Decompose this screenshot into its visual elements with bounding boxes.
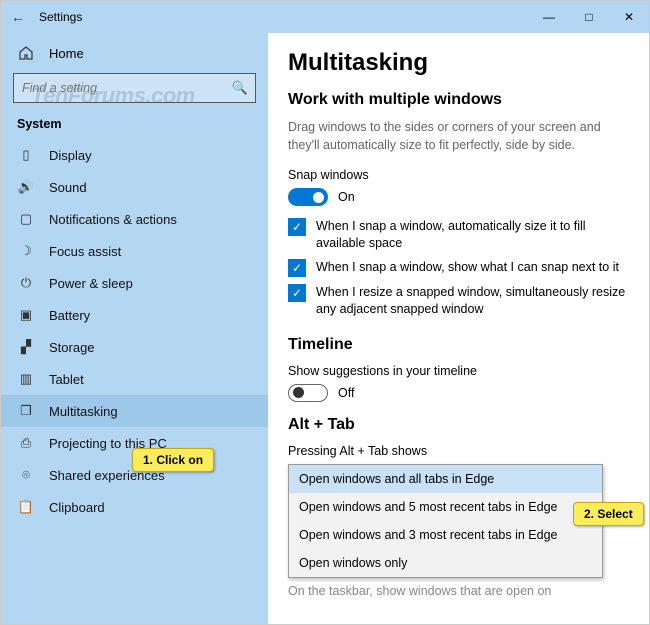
alttab-label: Pressing Alt + Tab shows (288, 444, 629, 458)
alttab-dropdown[interactable]: Open windows and all tabs in Edge Open w… (288, 464, 603, 578)
checkbox-row[interactable]: ✓ When I resize a snapped window, simulta… (288, 284, 629, 318)
search-wrapper: 🔍 (13, 73, 256, 103)
sidebar-item-label: Notifications & actions (49, 212, 177, 227)
storage-icon: ▞ (17, 339, 35, 355)
power-icon: ⏻ (17, 275, 35, 291)
sidebar-item-label: Display (49, 148, 92, 163)
focus-icon: ☽ (17, 243, 35, 259)
sidebar-item-label: Battery (49, 308, 90, 323)
toggle-state: Off (338, 386, 354, 400)
sidebar-item-label: Power & sleep (49, 276, 133, 291)
section-desc: Drag windows to the sides or corners of … (288, 119, 629, 154)
toggle-state: On (338, 190, 355, 204)
home-icon (17, 45, 35, 61)
sidebar-item-clipboard[interactable]: 📋 Clipboard (1, 491, 268, 523)
timeline-label: Show suggestions in your timeline (288, 364, 629, 378)
checkbox-label: When I snap a window, show what I can sn… (316, 259, 619, 276)
checkbox-row[interactable]: ✓ When I snap a window, automatically siz… (288, 218, 629, 252)
settings-window: ← Settings — □ ✕ Home TenForums.com 🔍 Sy… (0, 0, 650, 625)
window-buttons: — □ ✕ (529, 1, 649, 33)
taskbar-label: On the taskbar, show windows that are op… (288, 584, 629, 598)
sidebar-item-label: Multitasking (49, 404, 118, 419)
sidebar-item-label: Tablet (49, 372, 84, 387)
sidebar: Home TenForums.com 🔍 System ▯Display 🔊So… (1, 33, 268, 624)
shared-icon: ⌾ (17, 467, 35, 483)
window-body: Home TenForums.com 🔍 System ▯Display 🔊So… (1, 33, 649, 624)
sidebar-item-multitasking[interactable]: ❐ Multitasking (1, 395, 268, 427)
tablet-icon: ▥ (17, 371, 35, 387)
sidebar-item-focus[interactable]: ☽ Focus assist (1, 235, 268, 267)
dropdown-option[interactable]: Open windows and 3 most recent tabs in E… (289, 521, 602, 549)
toggle-switch-on[interactable] (288, 188, 328, 206)
checkbox-checked-icon[interactable]: ✓ (288, 259, 306, 277)
checkbox-checked-icon[interactable]: ✓ (288, 284, 306, 302)
search-icon[interactable]: 🔍 (232, 80, 248, 96)
projecting-icon: ⎙ (17, 435, 35, 451)
sidebar-item-battery[interactable]: ▣ Battery (1, 299, 268, 331)
dropdown-option[interactable]: Open windows only (289, 549, 602, 577)
checkbox-label: When I resize a snapped window, simultan… (316, 284, 629, 318)
home-label: Home (49, 46, 84, 61)
sidebar-item-notifications[interactable]: ▢ Notifications & actions (1, 203, 268, 235)
sidebar-item-label: Focus assist (49, 244, 121, 259)
callout-1: 1. Click on (132, 448, 214, 472)
search-input[interactable] (13, 73, 256, 103)
maximize-button[interactable]: □ (569, 1, 609, 33)
display-icon: ▯ (17, 147, 35, 163)
sidebar-item-display[interactable]: ▯ Display (1, 139, 268, 171)
checkbox-checked-icon[interactable]: ✓ (288, 218, 306, 236)
multitasking-icon: ❐ (17, 403, 35, 419)
dropdown-option[interactable]: Open windows and all tabs in Edge (289, 465, 602, 493)
toggle-switch-off[interactable] (288, 384, 328, 402)
toggle-knob (293, 387, 304, 398)
main-panel: Multitasking Work with multiple windows … (268, 33, 649, 624)
sidebar-item-label: Storage (49, 340, 95, 355)
sidebar-item-label: Sound (49, 180, 87, 195)
home-link[interactable]: Home (1, 39, 268, 67)
section-title: Work with multiple windows (288, 91, 629, 109)
toggle-knob (313, 192, 324, 203)
titlebar: ← Settings — □ ✕ (1, 1, 649, 33)
back-icon[interactable]: ← (11, 9, 31, 25)
clipboard-icon: 📋 (17, 499, 35, 515)
snap-label: Snap windows (288, 168, 629, 182)
section-title: Timeline (288, 336, 629, 354)
window-title: Settings (39, 10, 82, 24)
sidebar-item-tablet[interactable]: ▥ Tablet (1, 363, 268, 395)
sidebar-item-storage[interactable]: ▞ Storage (1, 331, 268, 363)
checkbox-label: When I snap a window, automatically size… (316, 218, 629, 252)
minimize-button[interactable]: — (529, 1, 569, 33)
snap-toggle[interactable]: On (288, 188, 629, 206)
timeline-toggle[interactable]: Off (288, 384, 629, 402)
dropdown-option[interactable]: Open windows and 5 most recent tabs in E… (289, 493, 602, 521)
section-title: Alt + Tab (288, 416, 629, 434)
checkbox-row[interactable]: ✓ When I snap a window, show what I can s… (288, 259, 629, 277)
sound-icon: 🔊 (17, 179, 35, 195)
sidebar-item-power[interactable]: ⏻ Power & sleep (1, 267, 268, 299)
notifications-icon: ▢ (17, 211, 35, 227)
group-label: System (1, 111, 268, 139)
sidebar-item-label: Clipboard (49, 500, 105, 515)
battery-icon: ▣ (17, 307, 35, 323)
close-button[interactable]: ✕ (609, 1, 649, 33)
sidebar-item-sound[interactable]: 🔊 Sound (1, 171, 268, 203)
callout-2: 2. Select (573, 502, 644, 526)
page-title: Multitasking (288, 49, 629, 77)
